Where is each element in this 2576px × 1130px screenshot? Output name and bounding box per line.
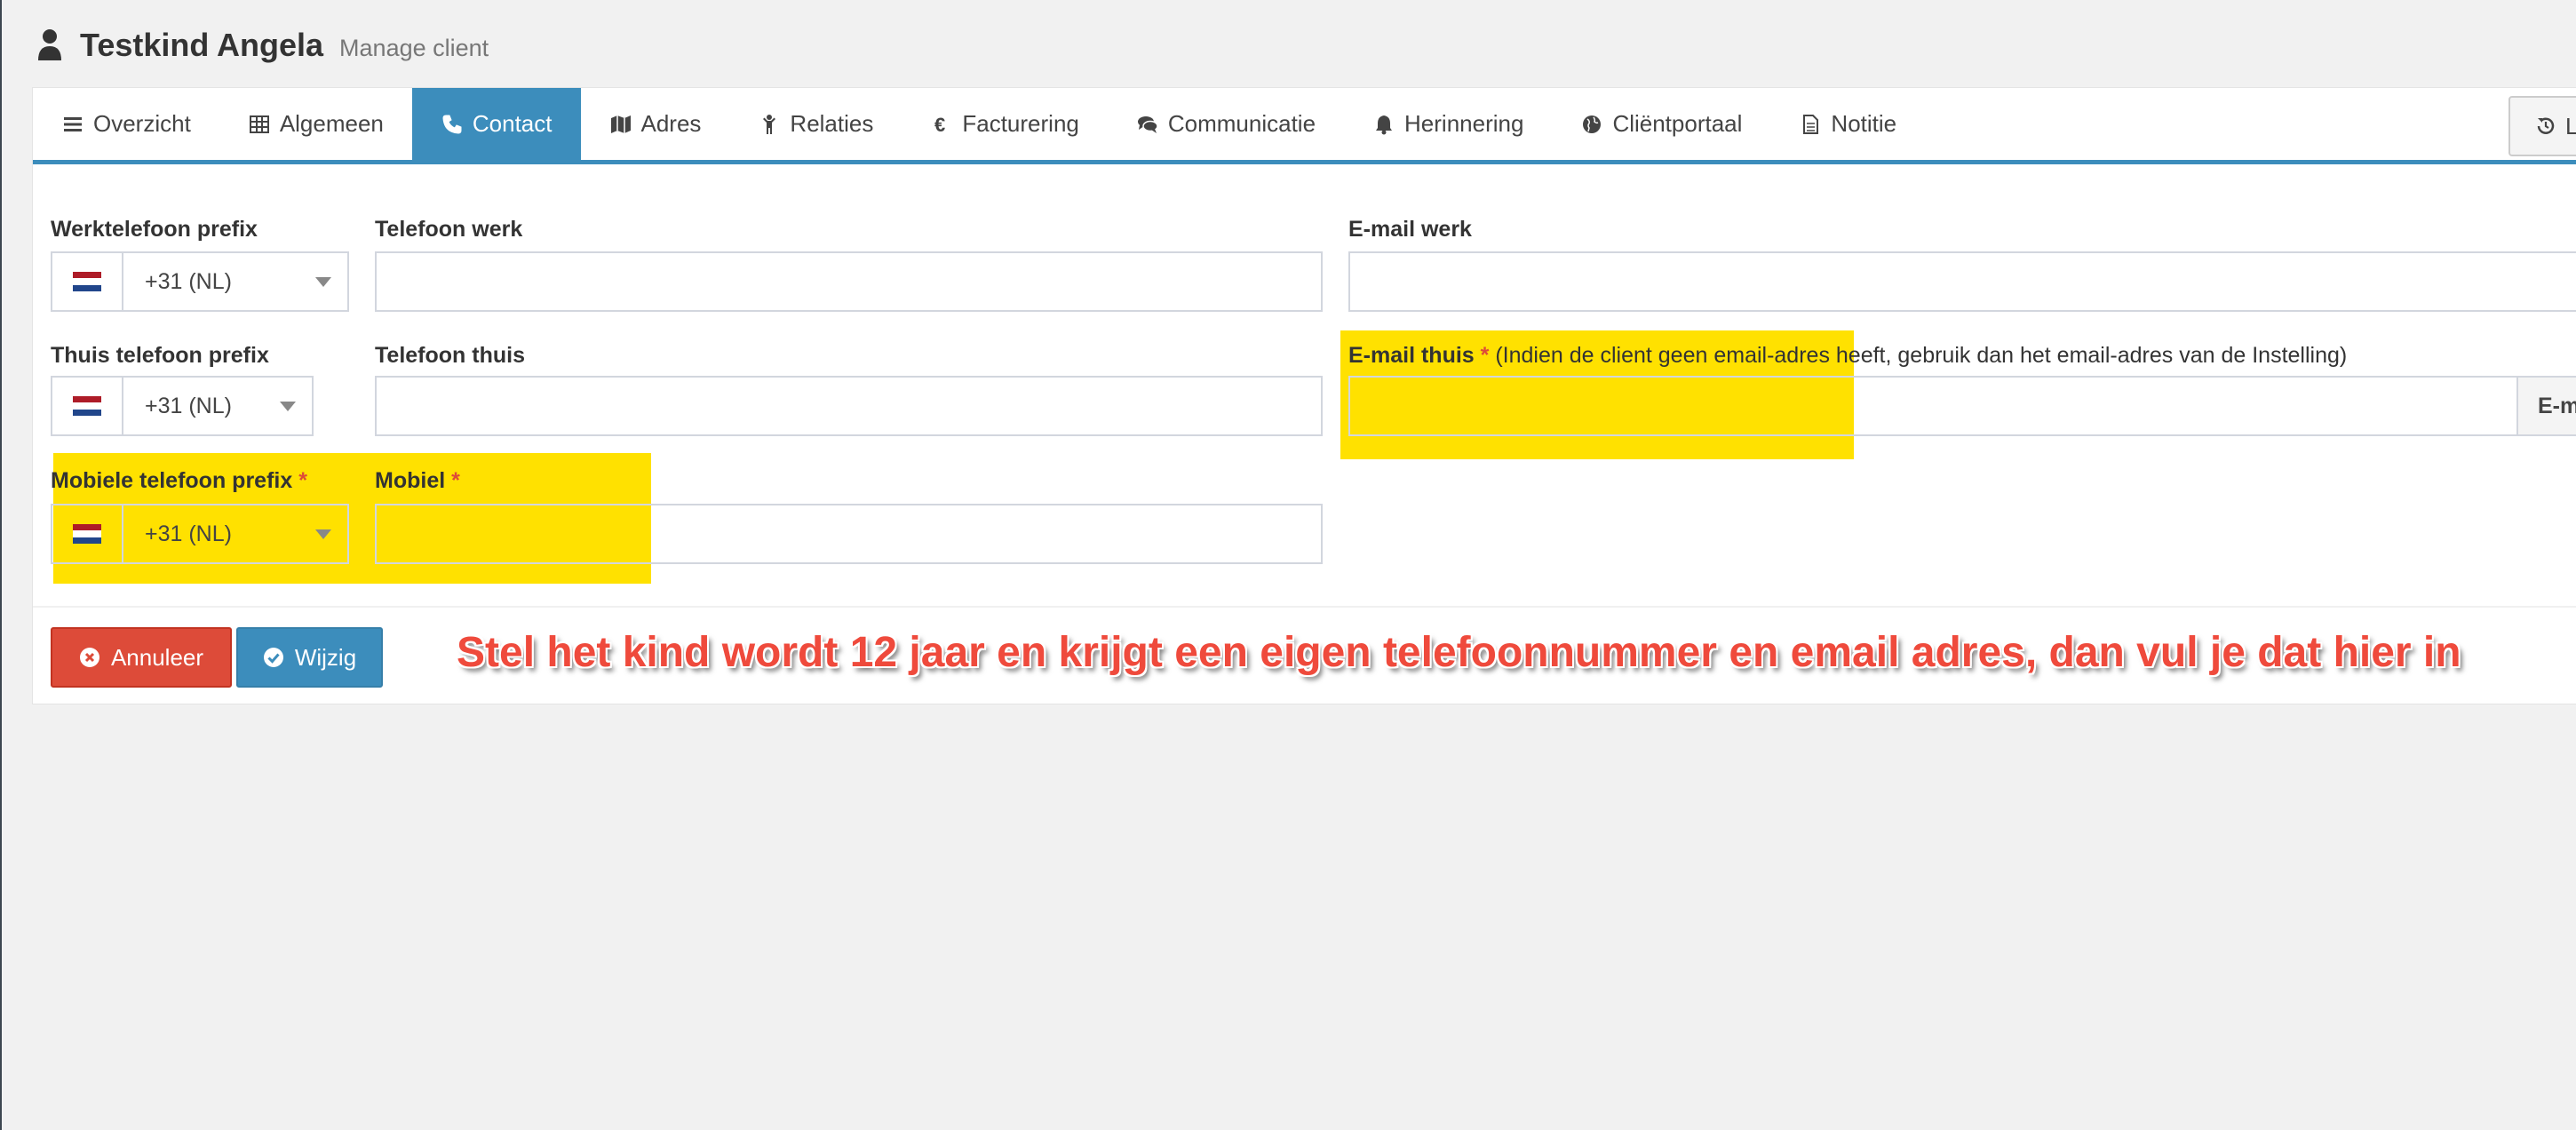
chevron-down-icon	[315, 276, 331, 287]
phone-icon	[441, 113, 464, 136]
user-icon	[37, 28, 62, 62]
nl-flag-icon	[73, 272, 101, 291]
bell-icon	[1372, 113, 1395, 136]
list-icon	[61, 113, 84, 136]
history-button[interactable]: L	[2508, 96, 2576, 156]
nl-flag-icon	[73, 396, 101, 416]
comments-icon	[1136, 113, 1159, 136]
home-email-addon: E-mail	[2516, 376, 2576, 436]
mobile-prefix-label: Mobiele telefoon prefix *	[51, 468, 307, 493]
euro-icon: €	[930, 113, 953, 136]
chevron-down-icon	[280, 401, 296, 411]
client-panel: Overzicht Algemeen Contact Adres Relatie…	[32, 87, 2576, 704]
page-title: Testkind Angela	[80, 27, 324, 63]
tab-clientportaal[interactable]: Cliëntportaal	[1552, 88, 1770, 160]
mobile-prefix-select[interactable]: +31 (NL)	[51, 504, 349, 564]
home-phone-label: Telefoon thuis	[375, 343, 525, 368]
work-email-label: E-mail werk	[1348, 217, 1472, 242]
work-prefix-select[interactable]: +31 (NL)	[51, 251, 349, 312]
home-email-input[interactable]	[1348, 376, 2518, 436]
tab-communicatie[interactable]: Communicatie	[1108, 88, 1344, 160]
tab-algemeen[interactable]: Algemeen	[219, 88, 412, 160]
tab-contact[interactable]: Contact	[411, 88, 581, 160]
home-prefix-label: Thuis telefoon prefix	[51, 343, 269, 368]
nl-flag-icon	[73, 524, 101, 544]
mobile-label: Mobiel *	[375, 468, 460, 493]
work-prefix-label: Werktelefoon prefix	[51, 217, 258, 242]
form-divider	[33, 606, 2576, 608]
svg-text:€: €	[934, 114, 945, 135]
home-email-label: E-mail thuis * (Indien de client geen em…	[1348, 343, 2348, 368]
tab-notitie[interactable]: Notitie	[1770, 88, 1925, 160]
mobile-input[interactable]	[375, 504, 1323, 564]
page-header: Testkind Angela Manage client	[37, 23, 489, 68]
home-phone-input[interactable]	[375, 376, 1323, 436]
file-icon	[1799, 113, 1822, 136]
globe-icon	[1580, 113, 1603, 136]
page-subtitle: Manage client	[339, 34, 489, 61]
home-prefix-select[interactable]: +31 (NL)	[51, 376, 314, 436]
tab-relaties[interactable]: Relaties	[729, 88, 902, 160]
tab-bar: Overzicht Algemeen Contact Adres Relatie…	[33, 88, 2576, 164]
tab-overzicht[interactable]: Overzicht	[33, 88, 219, 160]
work-phone-input[interactable]	[375, 251, 1323, 312]
work-email-input[interactable]	[1348, 251, 2576, 312]
tab-facturering[interactable]: € Facturering	[902, 88, 1108, 160]
annotation-text: Stel het kind wordt 12 jaar en krijgt ee…	[457, 629, 2461, 676]
history-icon	[2537, 117, 2555, 134]
check-circle-icon	[263, 648, 283, 667]
table-icon	[248, 113, 271, 136]
cancel-button[interactable]: Annuleer	[51, 627, 232, 688]
tab-herinnering[interactable]: Herinnering	[1344, 88, 1552, 160]
work-phone-label: Telefoon werk	[375, 217, 523, 242]
chevron-down-icon	[315, 529, 331, 539]
child-icon	[758, 113, 781, 136]
times-circle-icon	[79, 648, 99, 667]
tab-adres[interactable]: Adres	[581, 88, 730, 160]
map-icon	[609, 113, 632, 136]
save-button[interactable]: Wijzig	[236, 627, 383, 688]
